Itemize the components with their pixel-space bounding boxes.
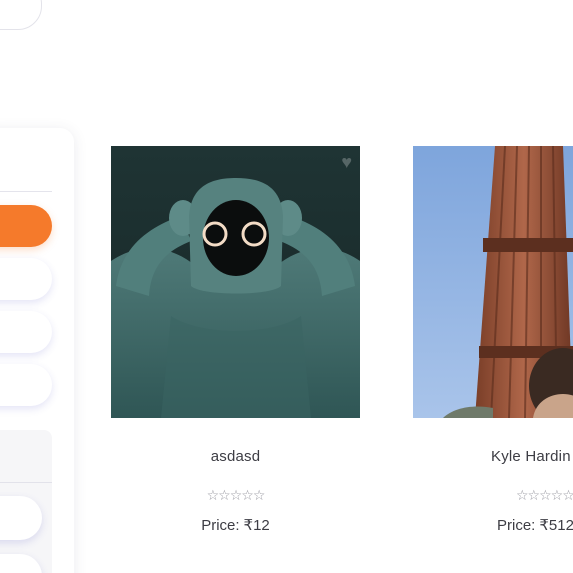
- sidebar-divider: [0, 191, 52, 192]
- product-card[interactable]: ♥ asdasd ☆☆☆☆☆ Price: ₹12: [111, 146, 360, 534]
- category-button[interactable]: [0, 364, 52, 406]
- top-search-pill[interactable]: [0, 0, 42, 30]
- star-rating: ☆☆☆☆☆: [516, 487, 573, 503]
- sidebar-filter-section: [0, 430, 52, 573]
- product-card[interactable]: Kyle Hardin ☆☆☆☆☆ Price: ₹512: [413, 146, 573, 534]
- minaret-tower-image: [413, 146, 573, 418]
- filter-option-button[interactable]: [0, 496, 42, 540]
- product-image[interactable]: [413, 146, 573, 418]
- heart-icon[interactable]: ♥: [341, 152, 352, 173]
- section-divider: [0, 482, 52, 483]
- filter-sidebar: [0, 128, 74, 573]
- category-button[interactable]: [0, 258, 52, 300]
- price-value: ₹12: [243, 517, 270, 534]
- hooded-figure-image: [111, 146, 360, 418]
- product-price: Price: ₹12: [111, 516, 360, 534]
- product-price: Price: ₹512: [413, 516, 573, 534]
- category-button-active[interactable]: [0, 205, 52, 247]
- price-label: Price:: [497, 517, 536, 534]
- star-rating: ☆☆☆☆☆: [206, 487, 266, 503]
- product-name[interactable]: asdasd: [111, 448, 360, 465]
- price-value: ₹512: [539, 517, 573, 534]
- product-name[interactable]: Kyle Hardin: [413, 448, 573, 465]
- product-image[interactable]: ♥: [111, 146, 360, 418]
- page: ♥ asdasd ☆☆☆☆☆ Price: ₹12 Kyle Hardin ☆☆…: [0, 0, 573, 573]
- category-button[interactable]: [0, 311, 52, 353]
- price-label: Price:: [201, 517, 240, 534]
- filter-option-button[interactable]: [0, 554, 42, 573]
